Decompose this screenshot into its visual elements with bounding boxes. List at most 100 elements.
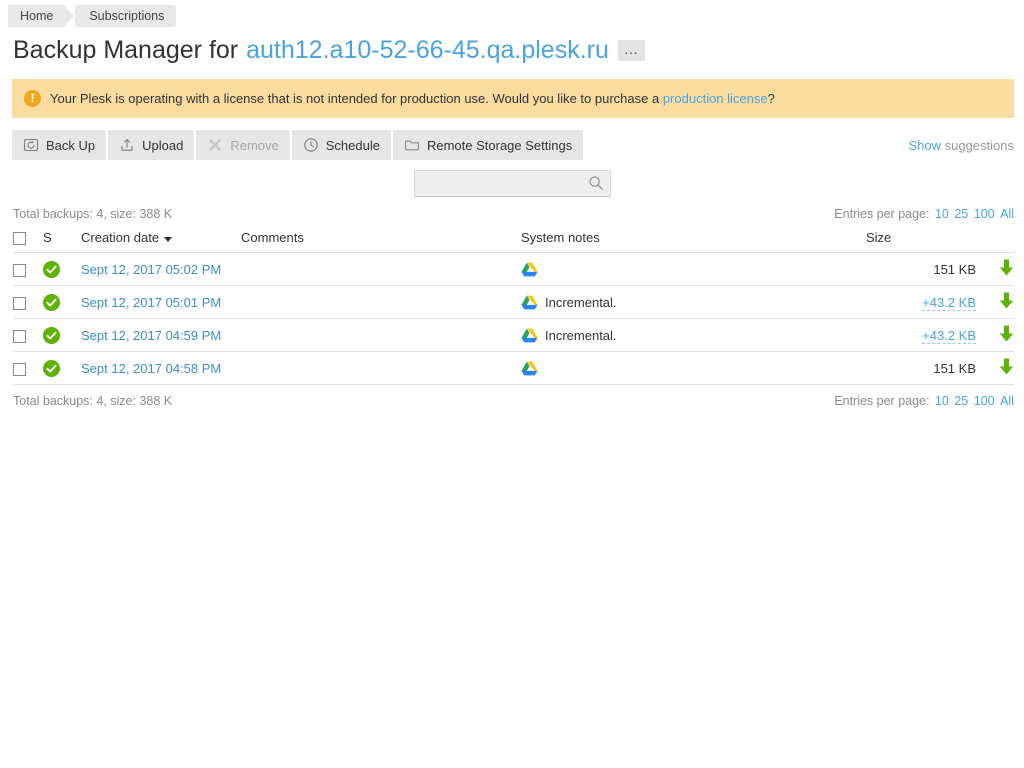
row-download-cell: [976, 253, 1014, 286]
row-size-value: 151 KB: [933, 361, 976, 376]
back-up-button[interactable]: Back Up: [12, 130, 106, 160]
entries-per-page-all-top[interactable]: All: [1000, 207, 1014, 221]
header-comments[interactable]: Comments: [241, 230, 521, 253]
row-comments-cell: [241, 352, 521, 385]
row-checkbox[interactable]: [13, 330, 26, 343]
entries-per-page-all-bottom[interactable]: All: [1000, 394, 1014, 408]
row-status-cell: [43, 352, 81, 385]
entries-per-page-10-top[interactable]: 10: [935, 207, 949, 221]
table-row: Sept 12, 2017 05:02 PM 151 KB: [13, 253, 1014, 286]
header-system-notes[interactable]: System notes: [521, 230, 866, 253]
clock-icon: [303, 137, 319, 153]
folder-icon: [404, 137, 420, 153]
row-comments-cell: [241, 286, 521, 319]
entries-per-page-100-bottom[interactable]: 100: [974, 394, 995, 408]
page-title: Backup Manager for auth12.a10-52-66-45.q…: [0, 27, 1024, 71]
page-title-host-link[interactable]: auth12.a10-52-66-45.qa.plesk.ru: [246, 33, 609, 67]
row-size-cell: +43.2 KB: [866, 319, 976, 352]
row-size-cell: +43.2 KB: [866, 286, 976, 319]
remote-storage-settings-button[interactable]: Remote Storage Settings: [393, 130, 583, 160]
row-date-link[interactable]: Sept 12, 2017 05:01 PM: [81, 295, 221, 310]
entries-per-page-top: Entries per page: 10 25 100 All: [834, 207, 1014, 221]
remote-storage-settings-label: Remote Storage Settings: [427, 138, 572, 153]
row-download-cell: [976, 319, 1014, 352]
breadcrumb: Home Subscriptions: [0, 5, 1024, 27]
upload-button[interactable]: Upload: [108, 130, 194, 160]
download-icon: [999, 358, 1014, 375]
total-backups-top: Total backups: 4, size: 388 K: [13, 207, 172, 221]
header-select-all: [13, 230, 43, 253]
breadcrumb-item-subscriptions[interactable]: Subscriptions: [75, 5, 174, 27]
status-ok-icon: [43, 294, 60, 311]
row-checkbox[interactable]: [13, 297, 26, 310]
row-system-note: Incremental.: [545, 295, 617, 310]
row-date-link[interactable]: Sept 12, 2017 04:58 PM: [81, 361, 221, 376]
row-date-link[interactable]: Sept 12, 2017 04:59 PM: [81, 328, 221, 343]
search-icon[interactable]: [588, 175, 604, 191]
show-suggestions-link[interactable]: Show: [908, 138, 941, 153]
row-size-cell: 151 KB: [866, 253, 976, 286]
row-date-cell: Sept 12, 2017 04:58 PM: [81, 352, 241, 385]
entries-per-page-10-bottom[interactable]: 10: [935, 394, 949, 408]
row-size-link[interactable]: +43.2 KB: [922, 328, 976, 344]
entries-per-page-100-top[interactable]: 100: [974, 207, 995, 221]
backup-icon: [23, 137, 39, 153]
more-actions-button[interactable]: …: [618, 40, 645, 61]
remove-label: Remove: [230, 138, 278, 153]
toolbar: Back Up Upload Remove: [12, 130, 583, 160]
summary-row-top: Total backups: 4, size: 388 K Entries pe…: [13, 207, 1014, 221]
search-input[interactable]: [414, 170, 611, 197]
row-size-cell: 151 KB: [866, 352, 976, 385]
production-license-link[interactable]: production license: [663, 91, 768, 106]
show-suggestions: Show suggestions: [908, 138, 1014, 153]
row-checkbox[interactable]: [13, 363, 26, 376]
table-row: Sept 12, 2017 04:58 PM 151 KB: [13, 352, 1014, 385]
row-notes-cell: [521, 253, 866, 286]
entries-per-page-25-bottom[interactable]: 25: [954, 394, 968, 408]
breadcrumb-item-home[interactable]: Home: [8, 5, 63, 27]
table-header-row: S Creation date Comments System notes Si…: [13, 230, 1014, 253]
table-row: Sept 12, 2017 04:59 PM Incremental. +43.2 …: [13, 319, 1014, 352]
license-warning-suffix: ?: [768, 91, 775, 106]
row-select-cell: [13, 253, 43, 286]
download-icon: [999, 259, 1014, 276]
row-notes-cell: [521, 352, 866, 385]
google-drive-icon: [521, 262, 538, 277]
row-download-cell: [976, 286, 1014, 319]
row-size-value: 151 KB: [933, 262, 976, 277]
row-date-link[interactable]: Sept 12, 2017 05:02 PM: [81, 262, 221, 277]
entries-per-page-25-top[interactable]: 25: [954, 207, 968, 221]
remove-button[interactable]: Remove: [196, 130, 289, 160]
row-comments-cell: [241, 253, 521, 286]
search-row: [0, 170, 1024, 197]
header-size[interactable]: Size: [866, 230, 1014, 253]
search-box: [414, 170, 611, 197]
warning-icon: !: [24, 90, 41, 107]
row-download-cell: [976, 352, 1014, 385]
upload-label: Upload: [142, 138, 183, 153]
row-checkbox[interactable]: [13, 264, 26, 277]
row-system-note: Incremental.: [545, 328, 617, 343]
schedule-label: Schedule: [326, 138, 380, 153]
back-up-label: Back Up: [46, 138, 95, 153]
license-warning-banner: ! Your Plesk is operating with a license…: [12, 79, 1014, 118]
status-ok-icon: [43, 327, 60, 344]
row-select-cell: [13, 352, 43, 385]
google-drive-icon: [521, 361, 538, 376]
header-status[interactable]: S: [43, 230, 81, 253]
row-date-cell: Sept 12, 2017 05:02 PM: [81, 253, 241, 286]
table-row: Sept 12, 2017 05:01 PM Incremental. +43.2 …: [13, 286, 1014, 319]
row-notes-cell: Incremental.: [521, 286, 866, 319]
row-size-link[interactable]: +43.2 KB: [922, 295, 976, 311]
schedule-button[interactable]: Schedule: [292, 130, 391, 160]
entries-per-page-label-top: Entries per page:: [834, 207, 929, 221]
select-all-checkbox[interactable]: [13, 232, 26, 245]
row-status-cell: [43, 253, 81, 286]
header-creation-date[interactable]: Creation date: [81, 230, 241, 253]
download-icon: [999, 325, 1014, 342]
remove-icon: [207, 137, 223, 153]
google-drive-icon: [521, 295, 538, 310]
table-body: Sept 12, 2017 05:02 PM151 KBSept 12, 201…: [13, 253, 1014, 385]
google-drive-icon: [521, 328, 538, 343]
show-suggestions-label: suggestions: [945, 138, 1014, 153]
